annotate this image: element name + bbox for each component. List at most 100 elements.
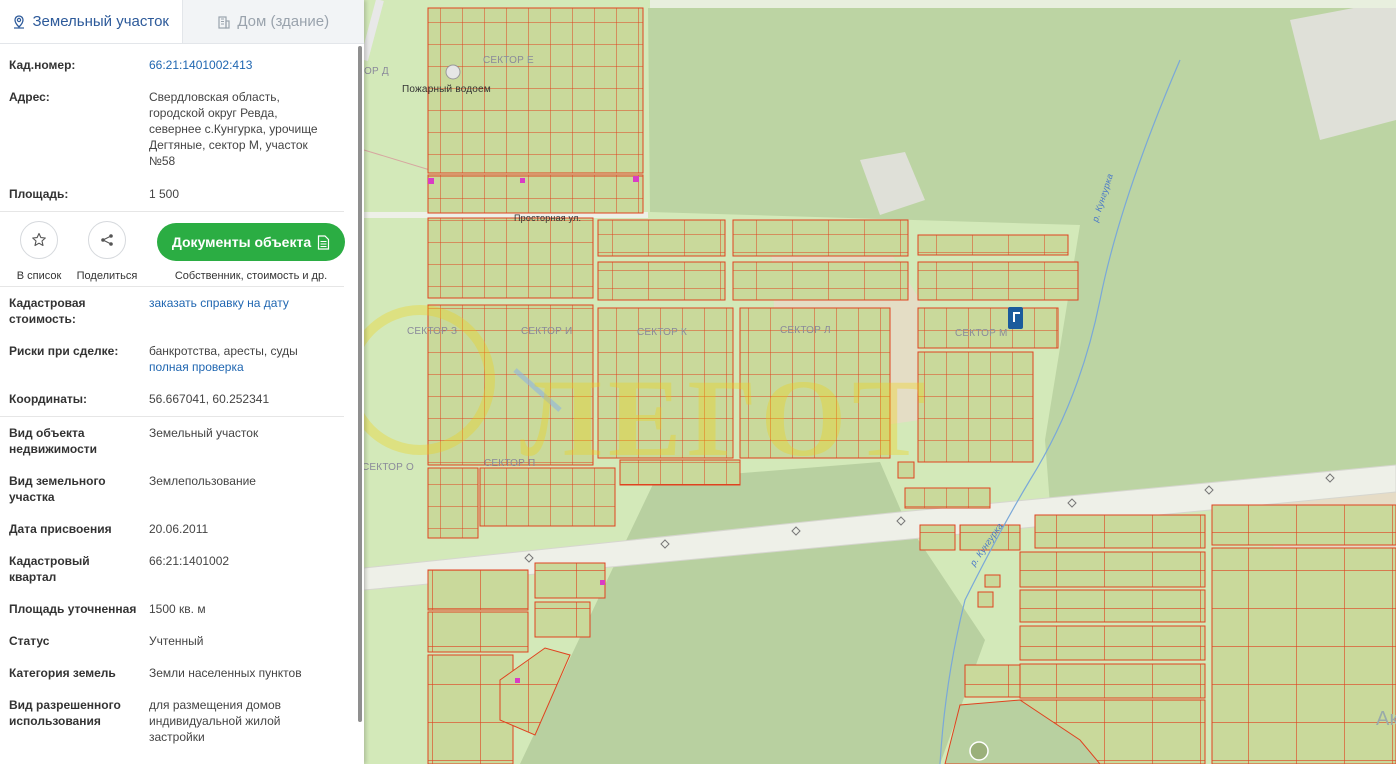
- parcel-block: [1019, 663, 1206, 699]
- detail-row: Вид разрешенного использования для размеще…: [0, 697, 356, 745]
- parcel-block: [917, 351, 1034, 463]
- document-icon: [318, 234, 330, 250]
- detail-value: Земельный участок: [149, 426, 259, 440]
- info-row-area: Площадь: 1 500: [0, 186, 356, 202]
- object-documents-caption: Собственник, стоимость и др.: [174, 270, 328, 282]
- detail-value: банкротства, аресты, суды полная проверка: [149, 343, 347, 375]
- detail-row: Вид объекта недвижимости Земельный участок: [0, 425, 356, 457]
- detail-value: заказать справку на дату: [149, 295, 347, 327]
- detail-value: 56.667041, 60.252341: [149, 392, 270, 406]
- parcel-block: [1211, 504, 1396, 546]
- detail-label: Дата присвоения: [9, 522, 112, 536]
- detail-label: Статус: [9, 634, 50, 648]
- action-bar: В список Поделиться Документы объекта Со…: [0, 212, 356, 286]
- tab-building[interactable]: Дом (здание): [181, 0, 364, 43]
- detail-link[interactable]: заказать справку на дату: [149, 295, 347, 311]
- parcel-block: [904, 487, 991, 509]
- area-label: Площадь:: [9, 187, 69, 201]
- detail-label: Вид земельного участка: [9, 474, 106, 504]
- share-button[interactable]: [88, 221, 126, 259]
- detail-row: Риски при сделке: банкротства, аресты, су…: [0, 343, 356, 375]
- object-documents-button[interactable]: Документы объекта: [157, 223, 345, 261]
- parcel-block: [917, 234, 1069, 256]
- parcel-block: [427, 174, 644, 214]
- map-label-fire-pond: Пожарный водоем: [402, 84, 491, 95]
- divider: [0, 286, 344, 287]
- map-label-sector-d: ОР Д: [364, 66, 389, 77]
- detail-label: Категория земель: [9, 666, 116, 680]
- share-caption: Поделиться: [76, 270, 138, 282]
- panel-content[interactable]: Кад.номер: 66:21:1401002:413 Адрес: Свер…: [0, 44, 356, 764]
- map-pin-icon: [14, 14, 25, 29]
- parcel-block: [732, 261, 909, 301]
- panel-tabs: Земельный участок Дом (здание): [0, 0, 364, 44]
- detail-value: 1500 кв. м: [149, 602, 206, 616]
- address-label: Адрес:: [9, 90, 50, 104]
- parcel-block: [534, 601, 591, 638]
- detail-label: Риски при сделке:: [9, 344, 119, 358]
- info-row-cad-number: Кад.номер: 66:21:1401002:413: [0, 57, 356, 73]
- detail-value: для размещения домов индивидуальной жилой…: [149, 698, 282, 744]
- detail-row: Категория земель Земли населенных пунктов: [0, 665, 356, 681]
- svg-text:ЛЕГОТ: ЛЕГОТ: [520, 357, 932, 479]
- detail-row: Статус Учтенный: [0, 633, 356, 649]
- parcel-block: [534, 562, 606, 599]
- detail-row: Вид земельного участка Землепользование: [0, 473, 356, 505]
- detail-value: 20.06.2011: [149, 522, 209, 536]
- map-label-sector-o: СЕКТОР О: [362, 462, 414, 473]
- map-label-sector-m: СЕКТОР М: [955, 328, 1008, 339]
- area-value: 1 500: [149, 187, 180, 201]
- info-panel: Земельный участок Дом (здание) Кад.номер…: [0, 0, 364, 764]
- map-label-sector-e: СЕКТОР Е: [483, 55, 534, 66]
- detail-row: Дата присвоения 20.06.2011: [0, 521, 356, 537]
- detail-value: Учтенный: [149, 634, 204, 648]
- tab-building-label: Дом (здание): [237, 13, 330, 30]
- detail-row: Кадастровый квартал 66:21:1401002: [0, 553, 356, 585]
- parcel-block: [917, 261, 1079, 301]
- detail-label: Кадастровая стоимость:: [9, 296, 86, 326]
- parcel-block: [427, 217, 594, 299]
- building-icon: [218, 15, 230, 29]
- detail-label: Вид объекта недвижимости: [9, 426, 97, 456]
- detail-value: 66:21:1401002: [149, 554, 230, 568]
- detail-label: Площадь уточненная: [9, 602, 137, 616]
- add-to-list-button[interactable]: [20, 221, 58, 259]
- map-label-street: Просторная ул.: [514, 213, 582, 223]
- detail-link[interactable]: полная проверка: [149, 359, 347, 375]
- parcel-block: [427, 569, 529, 611]
- parcel-block: [1019, 551, 1206, 588]
- tab-land-plot-label: Земельный участок: [32, 13, 169, 30]
- tab-land-plot[interactable]: Земельный участок: [0, 0, 182, 43]
- parcel-block: [964, 664, 1021, 698]
- info-row-address: Адрес: Свердловская область, городской о…: [0, 89, 356, 169]
- cad-number-label: Кад.номер:: [9, 58, 76, 72]
- selected-parcel-marker[interactable]: [1008, 307, 1023, 329]
- parcel-block: [1019, 589, 1206, 623]
- parcel-block: [1019, 625, 1206, 661]
- detail-label: Кадастровый квартал: [9, 554, 90, 584]
- address-value: Свердловская область, городской округ Ре…: [149, 90, 318, 168]
- map-label-corner: Ак: [1376, 708, 1396, 730]
- detail-label: Вид разрешенного использования: [9, 698, 121, 728]
- detail-value: Землепользование: [149, 474, 256, 488]
- map-label-sector-p: СЕКТОР П: [484, 458, 536, 469]
- detail-label: Координаты:: [9, 392, 88, 406]
- parcel-block: [427, 611, 529, 653]
- details-list: Кадастровая стоимость: заказать справку на…: [0, 295, 356, 745]
- star-icon: [32, 232, 46, 247]
- detail-row: Координаты: 56.667041, 60.252341: [0, 391, 356, 407]
- panel-scrollbar[interactable]: [358, 46, 362, 722]
- cad-number-link[interactable]: 66:21:1401002:413: [149, 58, 252, 72]
- detail-row: Площадь уточненная 1500 кв. м: [0, 601, 356, 617]
- parcel-block: [597, 219, 726, 257]
- detail-row: Кадастровая стоимость: заказать справку на…: [0, 295, 356, 327]
- map-label-sector-i: СЕКТОР И: [521, 326, 573, 337]
- add-to-list-caption: В список: [16, 270, 62, 282]
- divider: [0, 416, 344, 417]
- parcel-block: [597, 261, 726, 301]
- object-documents-label: Документы объекта: [171, 234, 312, 250]
- parcel-block: [1034, 514, 1206, 549]
- parcel-block: [732, 219, 909, 257]
- share-icon: [101, 234, 113, 246]
- parcel-block: [427, 467, 479, 539]
